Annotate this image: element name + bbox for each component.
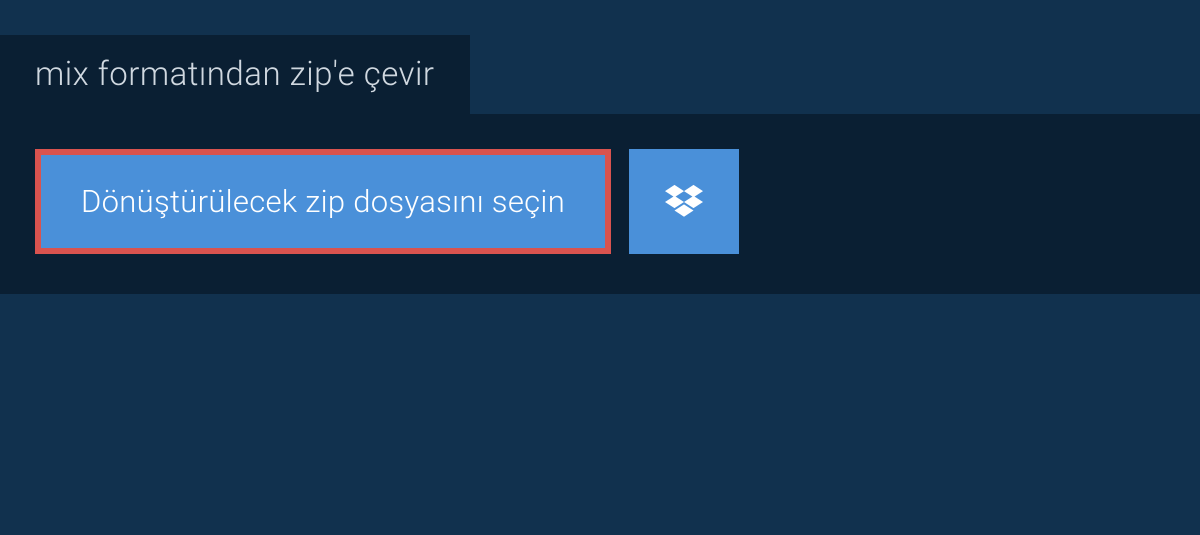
- tab-convert[interactable]: mix formatından zip'e çevir: [0, 35, 470, 114]
- tab-bar: mix formatından zip'e çevir: [0, 35, 1200, 114]
- content-panel: Dönüştürülecek zip dosyasını seçin: [0, 114, 1200, 294]
- button-row: Dönüştürülecek zip dosyasını seçin: [35, 149, 1165, 254]
- tab-label: mix formatından zip'e çevir: [35, 55, 435, 94]
- dropbox-button[interactable]: [629, 149, 739, 254]
- dropbox-icon: [665, 184, 703, 220]
- select-file-label: Dönüştürülecek zip dosyasını seçin: [81, 183, 565, 220]
- select-file-button[interactable]: Dönüştürülecek zip dosyasını seçin: [35, 149, 611, 254]
